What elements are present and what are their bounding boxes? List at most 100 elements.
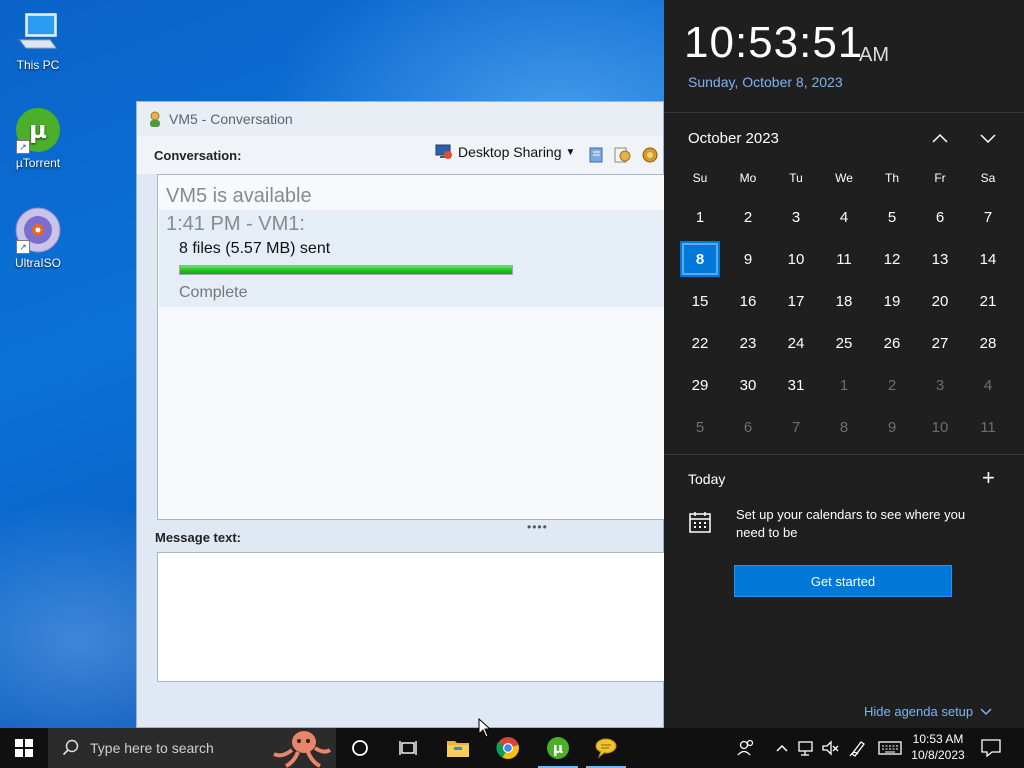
calendar-day[interactable]: 4 [820,196,868,238]
people-icon[interactable] [736,738,756,758]
start-button[interactable] [0,728,48,768]
this-pc-icon [14,8,62,56]
calendar-day-next-month[interactable]: 3 [916,364,964,406]
chrome-icon [496,737,519,759]
weekday-header-row: Su Mo Tu We Th Fr Sa [676,160,1012,196]
calendar-day-next-month[interactable]: 1 [820,364,868,406]
add-event-plus-icon[interactable]: + [982,466,995,490]
calendar-day[interactable]: 14 [964,238,1012,280]
calendar-day[interactable]: 5 [868,196,916,238]
weekday-label: We [835,171,853,185]
keyboard-icon[interactable] [878,738,902,758]
desktop-icon-this-pc[interactable]: This PC [0,8,76,72]
desktop-icon-utorrent[interactable]: µ ↗ µTorrent [0,106,76,170]
contact-info-icon[interactable] [613,146,631,164]
calendar-day[interactable]: 19 [868,280,916,322]
calendar-day[interactable]: 13 [916,238,964,280]
taskbar-clock[interactable]: 10:53 AM 10/8/2023 [902,731,974,763]
calendar-day[interactable]: 18 [820,280,868,322]
task-view-icon [399,741,417,755]
window-title: VM5 - Conversation [169,111,293,127]
chevron-up-icon[interactable] [772,738,792,758]
calendar-day[interactable]: 20 [916,280,964,322]
clock-time: 10:53:51 [684,18,864,67]
calendar-day[interactable]: 24 [772,322,820,364]
hide-agenda-setup-link[interactable]: Hide agenda setup [864,704,994,719]
messenger-taskbar-button[interactable] [582,728,630,768]
desktop-sharing-button[interactable]: Desktop Sharing ▼ [435,144,575,160]
calendar-day-next-month[interactable]: 6 [724,406,772,448]
calendar-day[interactable]: 12 [868,238,916,280]
calendar-day[interactable]: 27 [916,322,964,364]
calendar-day[interactable]: 16 [724,280,772,322]
settings-gear-icon[interactable] [641,146,659,164]
calendar-day[interactable]: 30 [724,364,772,406]
chevron-down-icon[interactable] [976,126,1000,150]
windows-logo-icon [15,739,33,757]
window-titlebar[interactable]: VM5 - Conversation [137,102,663,136]
mouse-cursor-icon [478,718,492,738]
desktop-icon-ultraiso[interactable]: ↗ UltraISO [0,206,76,270]
search-placeholder: Type here to search [90,740,214,756]
calendar-day-next-month[interactable]: 4 [964,364,1012,406]
calendar-day[interactable]: 15 [676,280,724,322]
calendar-day-next-month[interactable]: 10 [916,406,964,448]
calendar-day[interactable]: 1 [676,196,724,238]
pane-splitter[interactable]: •••• [527,520,548,534]
file-explorer-button[interactable] [434,728,482,768]
month-label[interactable]: October 2023 [688,130,779,147]
message-text-input[interactable] [157,552,665,682]
calendar-day-today[interactable]: 8 [676,238,724,280]
cortana-circle-icon [352,740,368,756]
calendar-day[interactable]: 31 [772,364,820,406]
calendar-day[interactable]: 10 [772,238,820,280]
ultraiso-icon: ↗ [14,206,62,254]
utorrent-taskbar-button[interactable]: µ [534,728,582,768]
calendar-day[interactable]: 6 [916,196,964,238]
calendar-day-next-month[interactable]: 11 [964,406,1012,448]
get-started-button[interactable]: Get started [734,565,952,597]
message-header: 1:41 PM - VM1: [166,213,305,235]
calendar-day[interactable]: 11 [820,238,868,280]
calendar-day[interactable]: 9 [724,238,772,280]
calendar-day[interactable]: 26 [868,322,916,364]
weekday-label: Tu [789,171,803,185]
desktop-icon-label: µTorrent [15,156,61,170]
volume-muted-icon[interactable] [820,738,840,758]
folder-icon [447,741,469,757]
calendar-day[interactable]: 7 [964,196,1012,238]
calendar-day-next-month[interactable]: 9 [868,406,916,448]
hide-agenda-label: Hide agenda setup [864,704,974,719]
calendar-day[interactable]: 17 [772,280,820,322]
utorrent-icon: µ ↗ [14,106,62,154]
divider [664,454,1024,455]
cortana-button[interactable] [336,728,384,768]
calendar-grid: Su Mo Tu We Th Fr Sa 1 2 3 4 5 6 7 8 9 1… [676,160,1012,448]
calendar-day-next-month[interactable]: 5 [676,406,724,448]
calendar-week: 29 30 31 1 2 3 4 [676,364,1012,406]
weekday-label: Th [884,171,899,185]
action-center-icon[interactable] [980,738,1002,758]
calendar-day[interactable]: 25 [820,322,868,364]
calendar-day[interactable]: 2 [724,196,772,238]
desktop-icon-label: UltraISO [14,256,61,270]
clock-date-link[interactable]: Sunday, October 8, 2023 [688,74,843,90]
chat-bubble-icon [595,738,617,759]
task-view-button[interactable] [384,728,432,768]
calendar-day[interactable]: 28 [964,322,1012,364]
calendar-day-next-month[interactable]: 7 [772,406,820,448]
chevron-down-icon: ▼ [565,146,576,158]
chevron-down-icon [980,707,992,715]
calendar-day[interactable]: 29 [676,364,724,406]
address-book-icon[interactable] [587,146,605,164]
calendar-day[interactable]: 3 [772,196,820,238]
calendar-day[interactable]: 23 [724,322,772,364]
calendar-week: 15 16 17 18 19 20 21 [676,280,1012,322]
calendar-day[interactable]: 22 [676,322,724,364]
pen-ink-icon[interactable] [848,738,868,758]
calendar-day-next-month[interactable]: 2 [868,364,916,406]
calendar-day-next-month[interactable]: 8 [820,406,868,448]
network-icon[interactable] [796,738,816,758]
calendar-day[interactable]: 21 [964,280,1012,322]
chevron-up-icon[interactable] [928,126,952,150]
